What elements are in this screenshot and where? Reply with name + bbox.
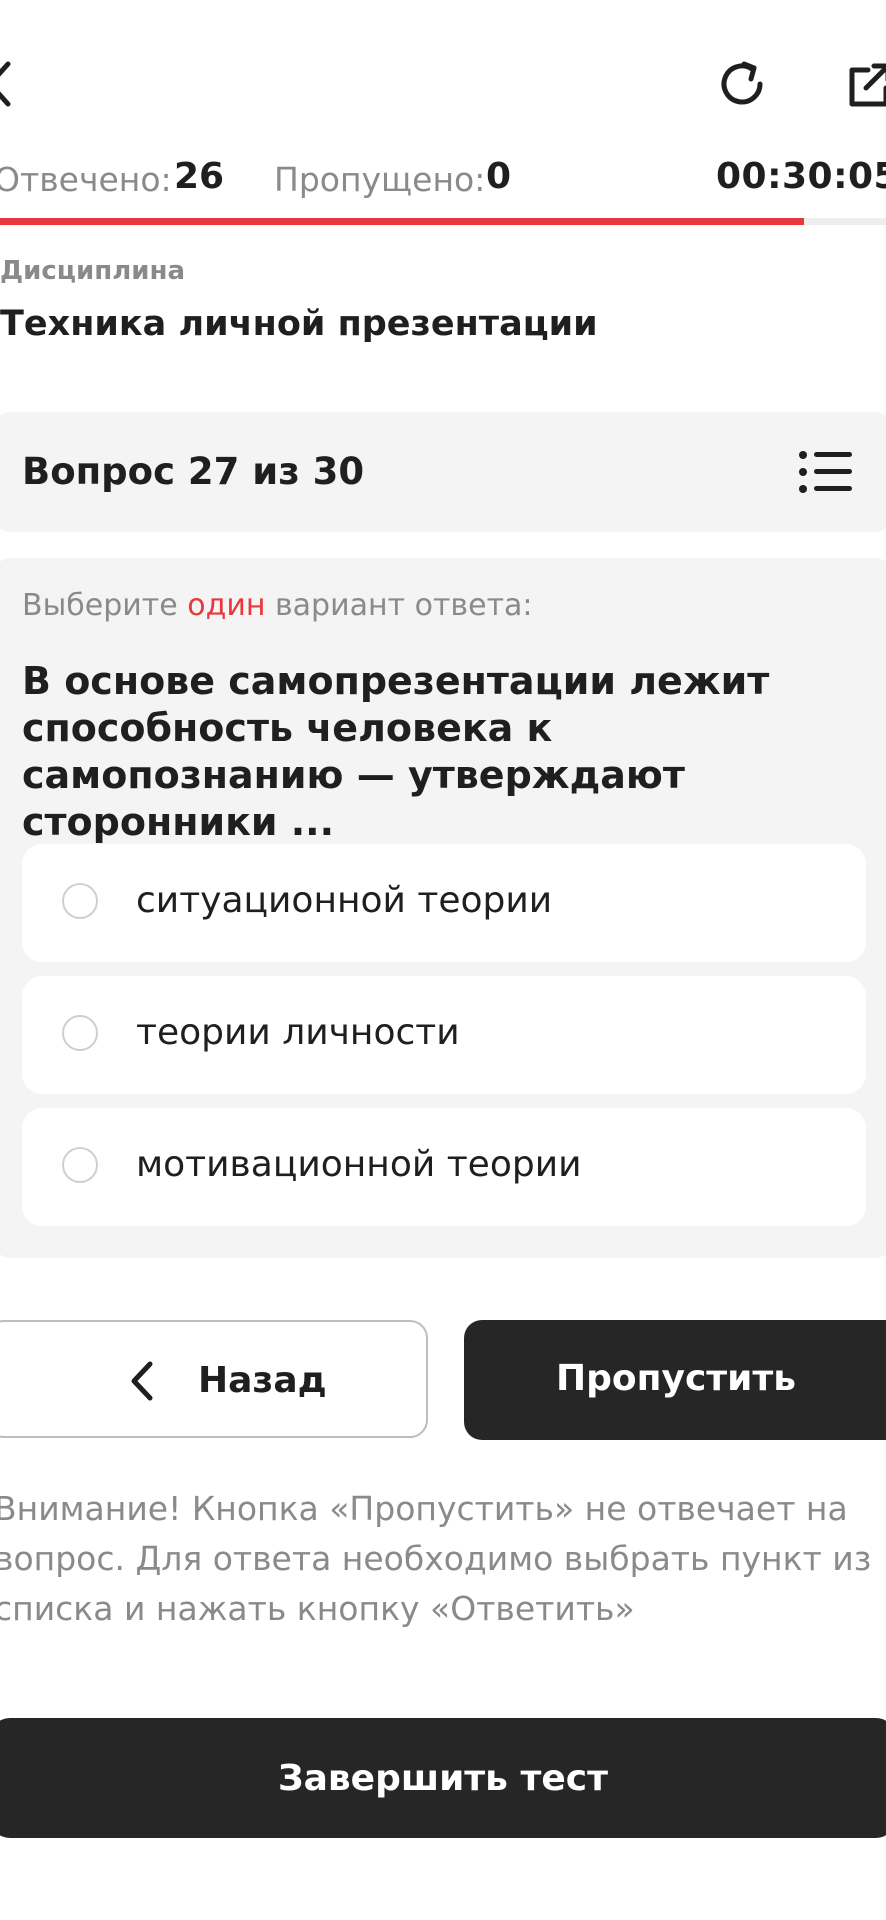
- refresh-icon[interactable]: [714, 56, 770, 112]
- answer-hint: Выберите один вариант ответа:: [22, 588, 533, 623]
- hint-prefix: Выберите: [22, 588, 188, 623]
- answer-option[interactable]: мотивационной теории: [22, 1108, 866, 1226]
- progress-bar: [0, 218, 886, 225]
- chevron-left-icon: [131, 1361, 153, 1401]
- skip-button[interactable]: Пропустить: [464, 1320, 886, 1440]
- finish-test-button[interactable]: Завершить тест: [0, 1718, 886, 1838]
- external-link-icon[interactable]: [846, 60, 886, 110]
- radio-button[interactable]: [62, 883, 98, 919]
- question-header: Вопрос 27 из 30: [0, 412, 886, 532]
- back-button-label: Назад: [198, 1360, 327, 1401]
- back-icon[interactable]: [0, 58, 14, 110]
- timer: 00:30:05: [716, 156, 886, 197]
- radio-button[interactable]: [62, 1147, 98, 1183]
- answered-label: Отвечено:: [0, 160, 172, 199]
- hint-accent: один: [187, 588, 266, 623]
- question-counter: Вопрос 27 из 30: [22, 450, 365, 493]
- list-icon[interactable]: [798, 450, 852, 494]
- finish-button-label: Завершить тест: [278, 1758, 608, 1799]
- back-button[interactable]: Назад: [0, 1320, 428, 1438]
- option-label: ситуационной теории: [136, 880, 553, 921]
- skip-warning: Внимание! Кнопка «Пропустить» не отвечае…: [0, 1489, 872, 1628]
- question-card: Выберите один вариант ответа: В основе с…: [0, 558, 886, 1258]
- question-text: В основе самопрезентации лежит способнос…: [22, 659, 770, 844]
- skipped-count: 0: [486, 156, 512, 197]
- radio-button[interactable]: [62, 1015, 98, 1051]
- answer-option[interactable]: теории личности: [22, 976, 866, 1094]
- stats-row: Отвечено: 26 Пропущено: 0 00:30:05: [0, 156, 886, 206]
- progress-fill: [0, 218, 804, 225]
- discipline-label: Дисциплина: [0, 256, 186, 286]
- skip-button-label: Пропустить: [555, 1358, 797, 1399]
- option-label: мотивационной теории: [136, 1144, 582, 1185]
- answered-count: 26: [174, 156, 225, 197]
- hint-suffix: вариант ответа:: [265, 588, 533, 623]
- discipline-title: Техника личной презентации: [0, 304, 598, 344]
- option-label: теории личности: [136, 1012, 460, 1053]
- skipped-label: Пропущено:: [274, 160, 486, 199]
- answer-option[interactable]: ситуационной теории: [22, 844, 866, 962]
